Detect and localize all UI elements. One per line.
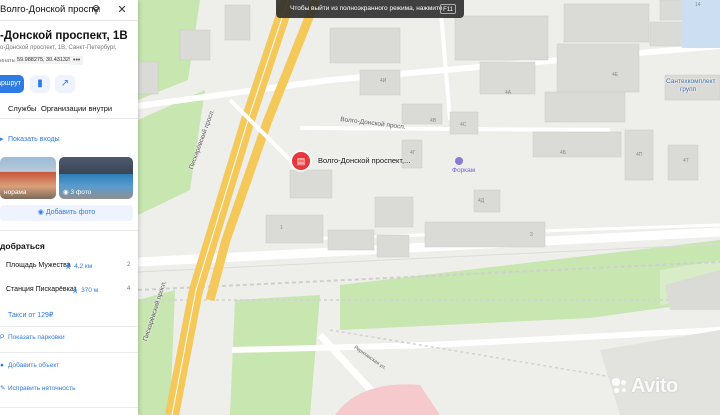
fix-error-label: Исправить неточность [8, 385, 76, 392]
parking-icon: P [0, 334, 5, 341]
route-button[interactable]: аршрут [0, 75, 24, 93]
building [327, 229, 375, 251]
building-number: 4И [380, 78, 387, 84]
coords-value[interactable]: 59.988275, 30.431329 [15, 56, 75, 64]
divider [0, 326, 138, 327]
pin-icon: ● [0, 362, 4, 369]
fullscreen-toast: Чтобы выйти из полноэкранного режима, на… [276, 0, 464, 18]
metro-distance-value: 370 м [81, 287, 99, 294]
add-object-link[interactable]: ● Добавить объект [0, 362, 59, 369]
place-name: -Донской проспект, 1В [0, 30, 128, 42]
photo-gallery[interactable]: ◉ 3 фото [59, 157, 133, 199]
building-number: 1 [280, 225, 283, 231]
edit-icon: ✎ [0, 385, 6, 392]
marker-label[interactable]: Волго-Донской проспект,... [318, 156, 410, 165]
metro-row[interactable]: Площадь Мужества 🚶︎ 4,2 км 2 [6, 262, 130, 270]
show-entrances-link[interactable]: ▸ Показать входы [0, 135, 60, 143]
metro-line-number: 2 [127, 262, 131, 268]
bookmark-icon: ▮ [37, 78, 43, 89]
more-button[interactable]: ••• [70, 56, 84, 65]
metro-distance: 🚶︎ 4,2 км [64, 262, 92, 270]
walk-icon: 🚶︎ [64, 263, 73, 270]
building-number: 4Т [683, 158, 689, 164]
metro-row[interactable]: Станция Пискарёвка 🚶︎ 370 м 4 [6, 286, 130, 294]
building-number: 3 [530, 232, 533, 238]
building-number: 14 [695, 2, 701, 8]
building [329, 27, 401, 64]
poi-label[interactable]: Форкам [452, 167, 475, 174]
divider [0, 118, 138, 119]
share-button[interactable]: ↗ [55, 75, 75, 93]
building [374, 196, 414, 228]
building [179, 29, 211, 61]
building [265, 214, 324, 244]
panorama-photo[interactable]: норама [0, 157, 56, 199]
add-photo-label: Добавить фото [45, 209, 96, 216]
bookmark-button[interactable]: ▮ [30, 75, 50, 93]
panorama-label: норама [4, 189, 27, 196]
fix-error-link[interactable]: ✎ Исправить неточность [0, 384, 76, 392]
building-number: 4Е [612, 72, 619, 78]
show-parking-link[interactable]: P Показать парковки [0, 334, 65, 341]
route-label: аршрут [0, 80, 21, 87]
building-number: 4Б [560, 150, 567, 156]
building [682, 0, 720, 48]
avito-watermark: Avito [612, 375, 678, 398]
walk-icon: 🚶︎ [71, 287, 80, 294]
toast-key: F11 [440, 4, 456, 14]
building-number: 4Д [478, 198, 485, 204]
metro-station: Станция Пискарёвка [6, 286, 74, 293]
add-object-label: Добавить объект [8, 362, 60, 369]
place-address: о-Донской проспект, 1В, Санкт-Петербург, [0, 45, 117, 51]
add-photo-button[interactable]: ◉ Добавить фото [0, 205, 133, 221]
building [454, 15, 549, 61]
show-parking-label: Показать парковки [8, 334, 65, 341]
building-number: 4А [505, 90, 512, 96]
building [137, 61, 159, 95]
building [224, 4, 251, 41]
show-entrances-label: Показать входы [8, 136, 60, 143]
toast-text: Чтобы выйти из полноэкранного режима, на… [290, 5, 443, 12]
share-icon: ↗ [60, 78, 70, 89]
building-number: 4П [636, 152, 643, 158]
metro-line-number: 4 [127, 286, 131, 292]
place-card-panel: Волго-Донской проспект, 1 ⚲ ✕ -Донской п… [0, 0, 138, 415]
avito-logo-icon [612, 378, 628, 394]
metro-distance-value: 4,2 км [74, 263, 93, 270]
divider [0, 407, 138, 408]
building [556, 43, 640, 93]
building-number: 4Г [410, 150, 416, 156]
green-area [230, 295, 320, 415]
photo-count-label: 3 фото [70, 189, 92, 196]
metro-station: Площадь Мужества [6, 262, 71, 269]
coords-label: инаты [0, 58, 16, 64]
building-number: 4В [430, 118, 437, 124]
photo-count: ◉ 3 фото [63, 188, 91, 196]
location-marker-icon[interactable]: ▤ [292, 152, 310, 170]
entrance-icon: ▸ [0, 136, 4, 143]
watermark-text: Avito [631, 375, 678, 397]
camera-icon: ◉ [37, 209, 46, 216]
taxi-link[interactable]: Такси от 129₽ [8, 311, 53, 319]
building [563, 3, 650, 43]
building [289, 169, 333, 199]
poi-label: групп [680, 86, 697, 93]
building-number: 4С [460, 122, 467, 128]
divider [0, 20, 138, 21]
search-title[interactable]: Волго-Донской проспект, 1 [0, 0, 100, 20]
poi-icon[interactable] [455, 157, 463, 165]
poi-label[interactable]: Сантехкомплект [666, 78, 715, 85]
search-icon[interactable]: ⚲ [88, 2, 104, 18]
divider [0, 352, 138, 353]
close-icon[interactable]: ✕ [114, 2, 130, 18]
building [424, 221, 546, 248]
divider [0, 230, 138, 231]
tab-organizations[interactable]: Организации внутри [41, 104, 112, 113]
metro-distance: 🚶︎ 370 м [71, 286, 98, 294]
building [376, 234, 410, 258]
building [544, 91, 626, 123]
directions-title: добраться [0, 241, 45, 251]
tab-services[interactable]: Службы [8, 104, 36, 113]
building [532, 131, 622, 158]
